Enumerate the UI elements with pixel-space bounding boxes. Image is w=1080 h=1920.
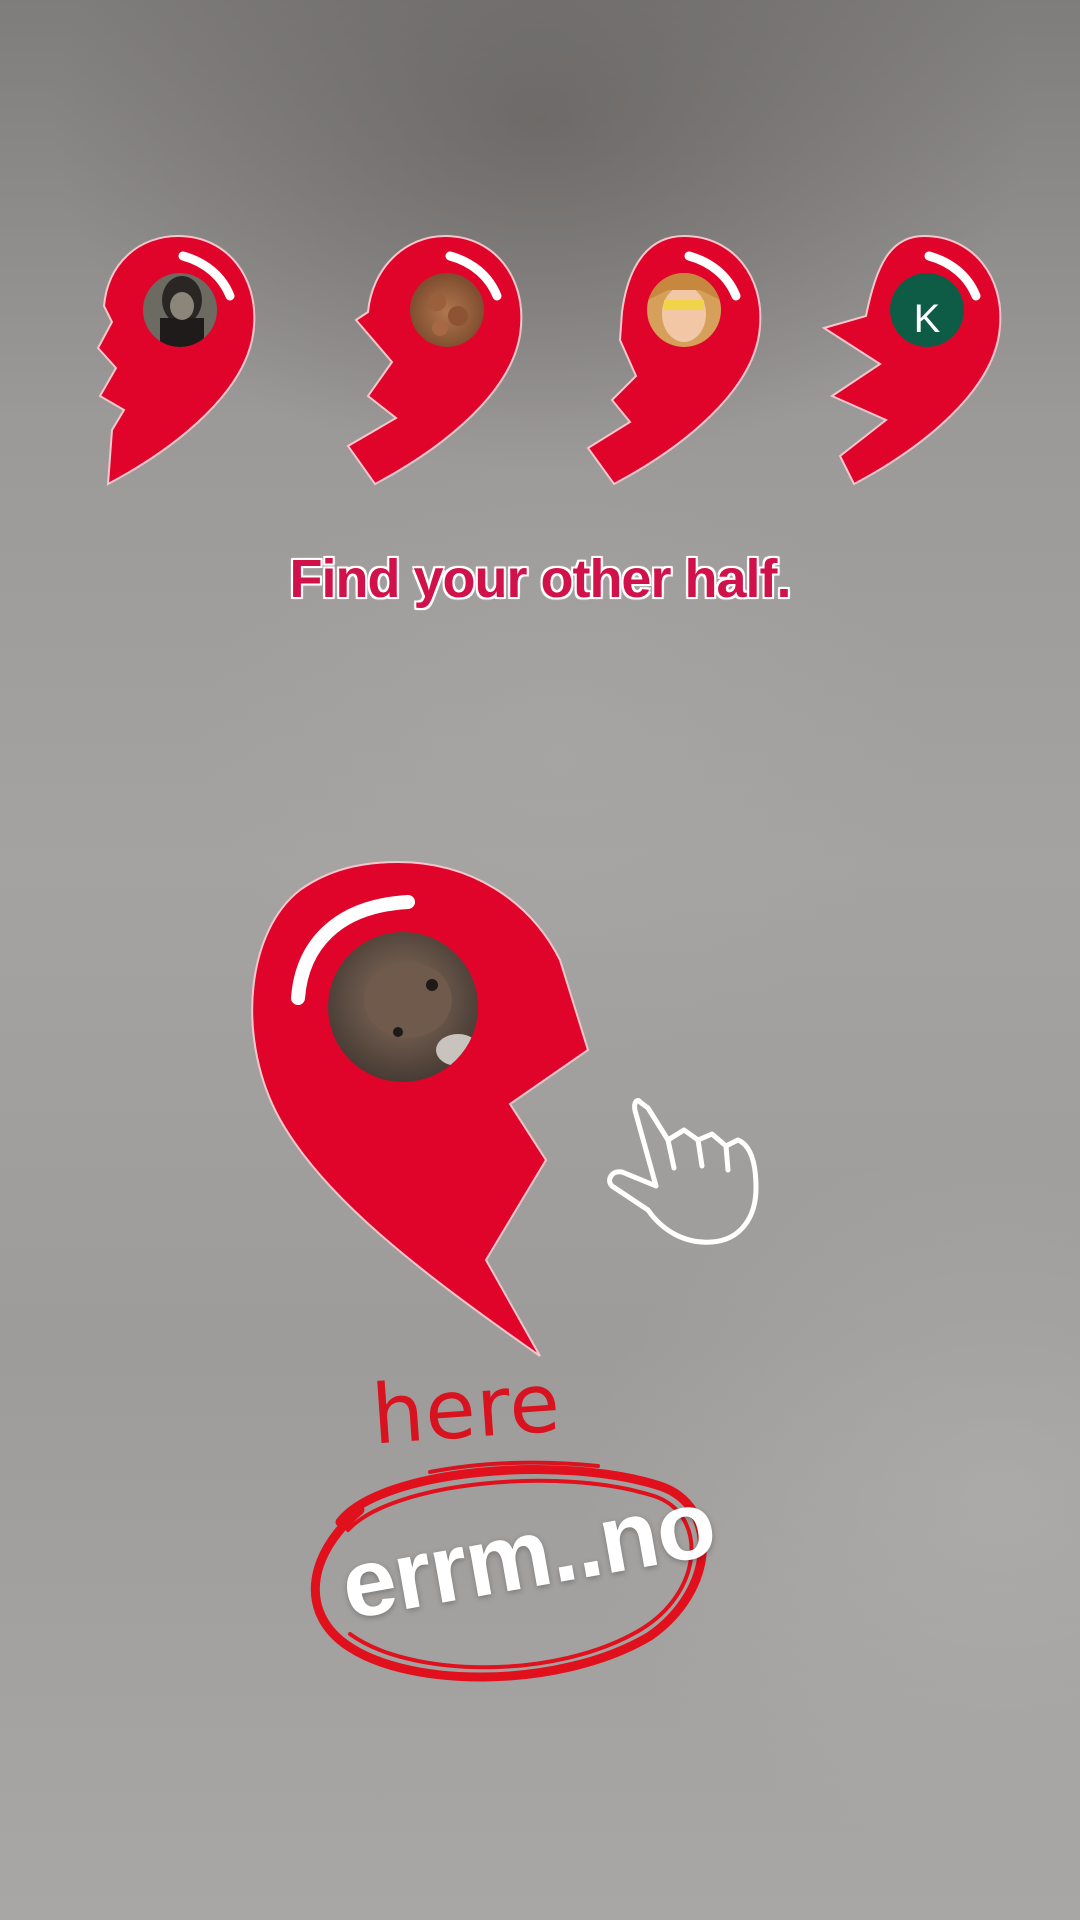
heart-piece-2[interactable] [346,234,523,486]
tap-hand-icon [607,1098,759,1245]
headline: Find your other half. [289,549,792,609]
here-annotation: here [368,1355,564,1464]
heart-piece-4[interactable] [821,234,1002,486]
avatar-initial: K [913,297,941,341]
heart-piece-1[interactable] [96,234,256,486]
main-heart-piece[interactable] [251,860,590,1357]
heart-piece-3[interactable] [586,234,762,486]
